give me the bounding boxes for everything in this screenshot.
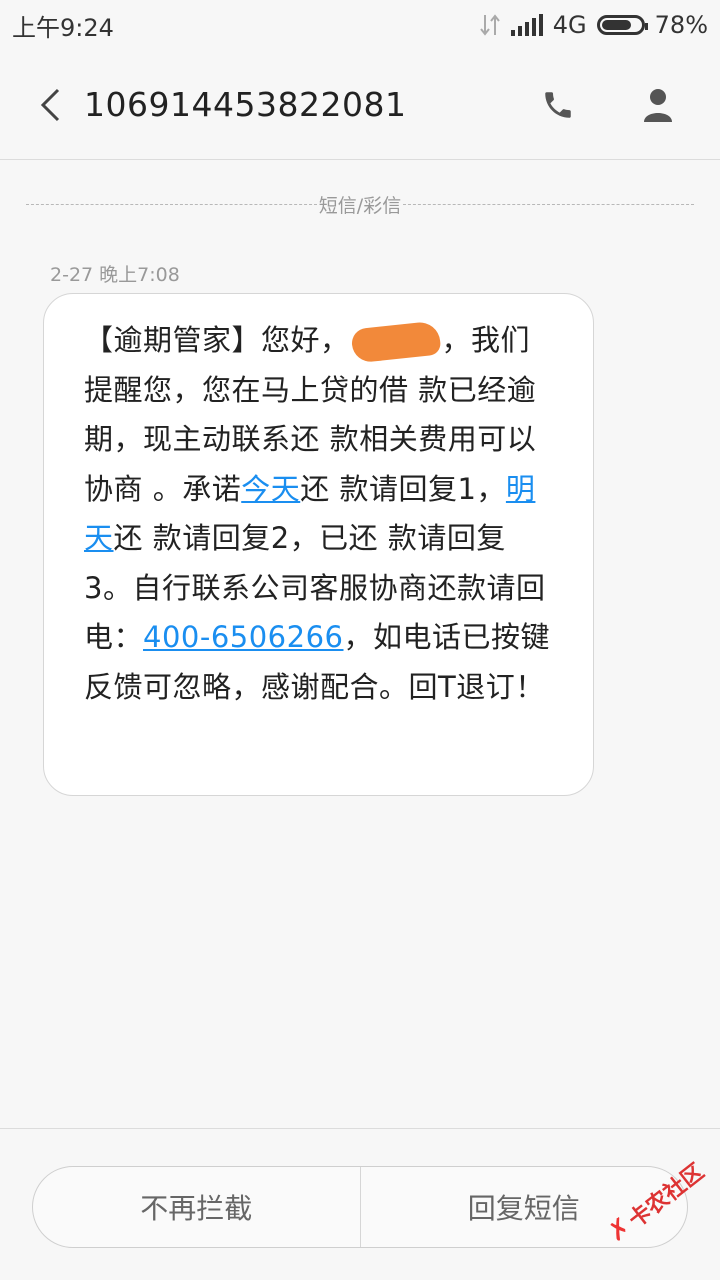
conversation-header: 106914453822081 [0, 50, 720, 160]
action-bar: 不再拦截 回复短信 [32, 1166, 688, 1248]
link-today[interactable]: 今天 [241, 472, 300, 506]
data-transfer-icon [480, 14, 500, 36]
back-icon[interactable] [20, 75, 80, 135]
link-phone-number[interactable]: 400-6506266 [143, 620, 343, 654]
unblock-button[interactable]: 不再拦截 [33, 1167, 360, 1247]
person-icon[interactable] [626, 73, 690, 137]
network-type: 4G [552, 11, 587, 39]
battery-percent: 78% [654, 11, 708, 39]
channel-label: 短信/彩信 [318, 194, 402, 217]
message-bubble[interactable]: 【逾期管家】您好， ，我们提醒您，您在马上贷的借 款已经逾 期，现主动联系还 款相… [43, 293, 594, 796]
channel-divider: 短信/彩信 [26, 190, 694, 218]
battery-icon [596, 15, 648, 35]
redaction-mark [349, 320, 442, 364]
phone-icon[interactable] [526, 73, 590, 137]
status-bar: 上午9:24 4G 78% [0, 0, 720, 50]
message-text: 【逾期管家】您好， ，我们提醒您，您在马上贷的借 款已经逾 期，现主动联系还 款相… [84, 316, 553, 712]
message-timestamp: 2-27 晚上7:08 [50, 264, 180, 286]
signal-icon [510, 14, 543, 36]
bottom-divider [0, 1128, 720, 1129]
status-icons: 4G 78% [479, 11, 708, 39]
contact-number: 106914453822081 [84, 85, 407, 124]
status-time: 上午9:24 [12, 13, 114, 42]
